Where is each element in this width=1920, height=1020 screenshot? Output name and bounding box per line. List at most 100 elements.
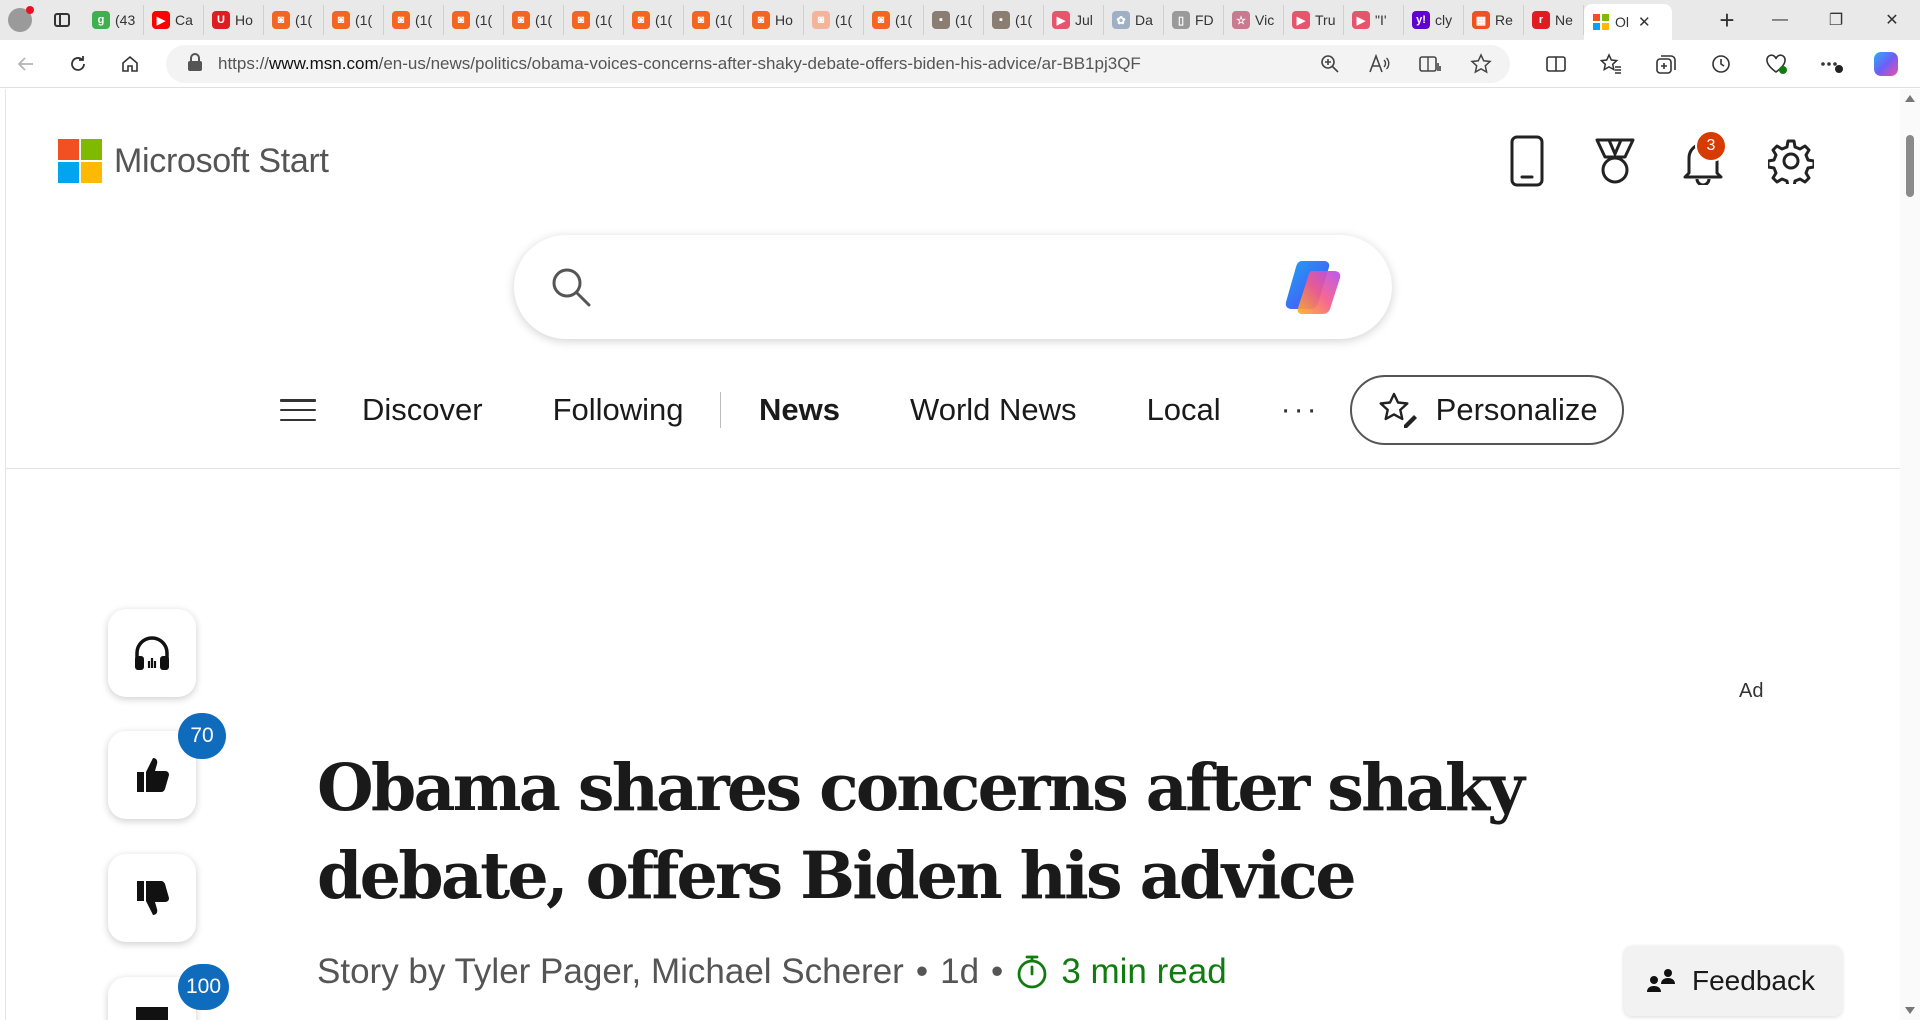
browser-tab[interactable]: ▪ (1( [924,5,984,35]
browser-tab[interactable]: ◙ (1( [684,5,744,35]
collections-button[interactable] [1638,40,1693,88]
tab-close-icon[interactable]: ✕ [1638,13,1651,31]
browser-tab[interactable]: ◙ (1( [444,5,504,35]
msn-favicon-icon [1592,13,1610,31]
browser-tab[interactable]: ▯ FD [1164,5,1224,35]
browser-tab[interactable]: g (43 [84,5,144,35]
tab-title: (1( [655,12,673,28]
listen-button[interactable] [108,609,196,697]
browser-tab[interactable]: y! cly [1404,5,1464,35]
personalize-label: Personalize [1435,392,1598,427]
close-window-button[interactable]: ✕ [1864,0,1920,40]
browser-tab[interactable]: ✿ Da [1104,5,1164,35]
hamburger-menu-icon[interactable] [280,399,316,421]
split-screen-button[interactable] [1528,40,1583,88]
personalize-button[interactable]: Personalize [1349,375,1624,445]
scroll-up-icon[interactable] [1905,95,1915,102]
tab-favicon-icon: ▶ [152,11,170,29]
home-icon [122,55,138,72]
browser-tab[interactable]: ◙ (1( [324,5,384,35]
performance-button[interactable] [1748,40,1803,88]
copilot-sidebar-button[interactable] [1858,40,1913,88]
nav-item-local[interactable]: Local [1147,392,1221,428]
zoom-icon[interactable] [1320,54,1340,74]
rewards-button[interactable] [1589,133,1641,189]
tab-title: Ho [775,12,793,28]
browser-tab[interactable]: ▶ Ca [144,5,204,35]
read-aloud-icon[interactable] [1368,53,1390,74]
browser-tab[interactable]: ◙ (1( [384,5,444,35]
browser-tab[interactable]: ◙ (1( [624,5,684,35]
browser-tab[interactable]: U Ho [204,5,264,35]
lock-icon[interactable] [188,52,202,71]
header-actions: 3 [1501,130,1817,189]
tab-favicon-icon: ◙ [572,11,590,29]
new-tab-button[interactable]: + [1702,0,1752,40]
page-viewport: Microsoft Start 3 Discover Following New… [5,89,1900,1020]
nav-more-button[interactable]: ··· [1281,393,1320,427]
copilot-button[interactable] [1282,257,1348,322]
restore-button[interactable]: ❐ [1808,0,1864,40]
browser-tab[interactable]: ◙ (1( [504,5,564,35]
tab-active[interactable]: Ol ✕ [1584,4,1672,40]
mobile-app-button[interactable] [1501,133,1553,189]
search-input[interactable] [616,274,1256,300]
immersive-reader-icon[interactable] [1418,54,1442,74]
stopwatch-icon [1017,955,1047,989]
tab-favicon-icon: g [92,11,110,29]
dislike-button[interactable] [108,854,196,942]
microsoft-logo-icon [58,139,102,183]
back-button[interactable] [0,40,52,88]
copilot-icon [1873,51,1898,76]
browser-tab[interactable]: r Ne [1524,5,1584,35]
nav-item-news[interactable]: News [759,392,840,428]
scrollbar-thumb[interactable] [1906,135,1914,197]
browser-tab[interactable]: ▶ Jul [1044,5,1104,35]
page-scrollbar[interactable] [1900,89,1920,1020]
feedback-button[interactable]: Feedback [1624,946,1842,1016]
browser-tab[interactable]: ▦ Re [1464,5,1524,35]
nav-item-following[interactable]: Following [553,392,684,428]
nav-item-discover[interactable]: Discover [362,392,483,428]
tab-favicon-icon: ✿ [1112,11,1130,29]
article-age: 1d [940,952,980,991]
feedback-label: Feedback [1692,965,1815,996]
nav-item-world-news[interactable]: World News [910,392,1077,428]
history-button[interactable] [1693,40,1748,88]
tab-favicon-icon: ▶ [1292,11,1310,29]
favorite-star-icon[interactable] [1470,52,1492,75]
article-headline: Obama shares concerns after shaky debate… [317,750,1525,914]
browser-tab[interactable]: ▶ Tru [1284,5,1344,35]
brand[interactable]: Microsoft Start [58,139,329,183]
tab-title: Da [1135,12,1153,28]
browser-tab[interactable]: ◙ (1( [864,5,924,35]
search-bar[interactable] [514,235,1392,339]
browser-tab[interactable]: ▶ "I' [1344,5,1404,35]
brand-name: Microsoft Start [114,141,329,180]
scroll-down-icon[interactable] [1905,1007,1915,1014]
tab-title: Vic [1255,12,1275,28]
like-count-badge: 70 [178,713,226,759]
home-button[interactable] [104,40,156,88]
settings-more-button[interactable] [1803,40,1858,88]
notifications-button[interactable]: 3 [1677,130,1729,189]
url-field[interactable]: https://www.msn.com/en-us/news/politics/… [166,44,1510,83]
byline-authors[interactable]: Story by Tyler Pager, Michael Scherer [317,952,904,992]
favorites-button[interactable] [1583,40,1638,88]
refresh-button[interactable] [52,40,104,88]
thumbs-down-icon [137,881,169,915]
tab-favicon-icon: y! [1412,11,1430,29]
browser-tab[interactable]: ☆ Vic [1224,5,1284,35]
minimize-button[interactable]: — [1752,0,1808,40]
settings-button[interactable] [1765,133,1817,189]
browser-tab[interactable]: ◙ Ho [744,5,804,35]
profile-button[interactable] [0,0,40,40]
browser-tab[interactable]: ◙ (1( [264,5,324,35]
feedback-people-icon [1647,969,1675,992]
browser-tab[interactable]: ◙ (1( [564,5,624,35]
tab-title: (1( [295,12,313,28]
browser-tab[interactable]: ▪ (1( [984,5,1044,35]
tab-title: Ca [175,12,193,28]
tab-actions-button[interactable] [40,0,84,40]
browser-tab[interactable]: ◙ (1( [804,5,864,35]
